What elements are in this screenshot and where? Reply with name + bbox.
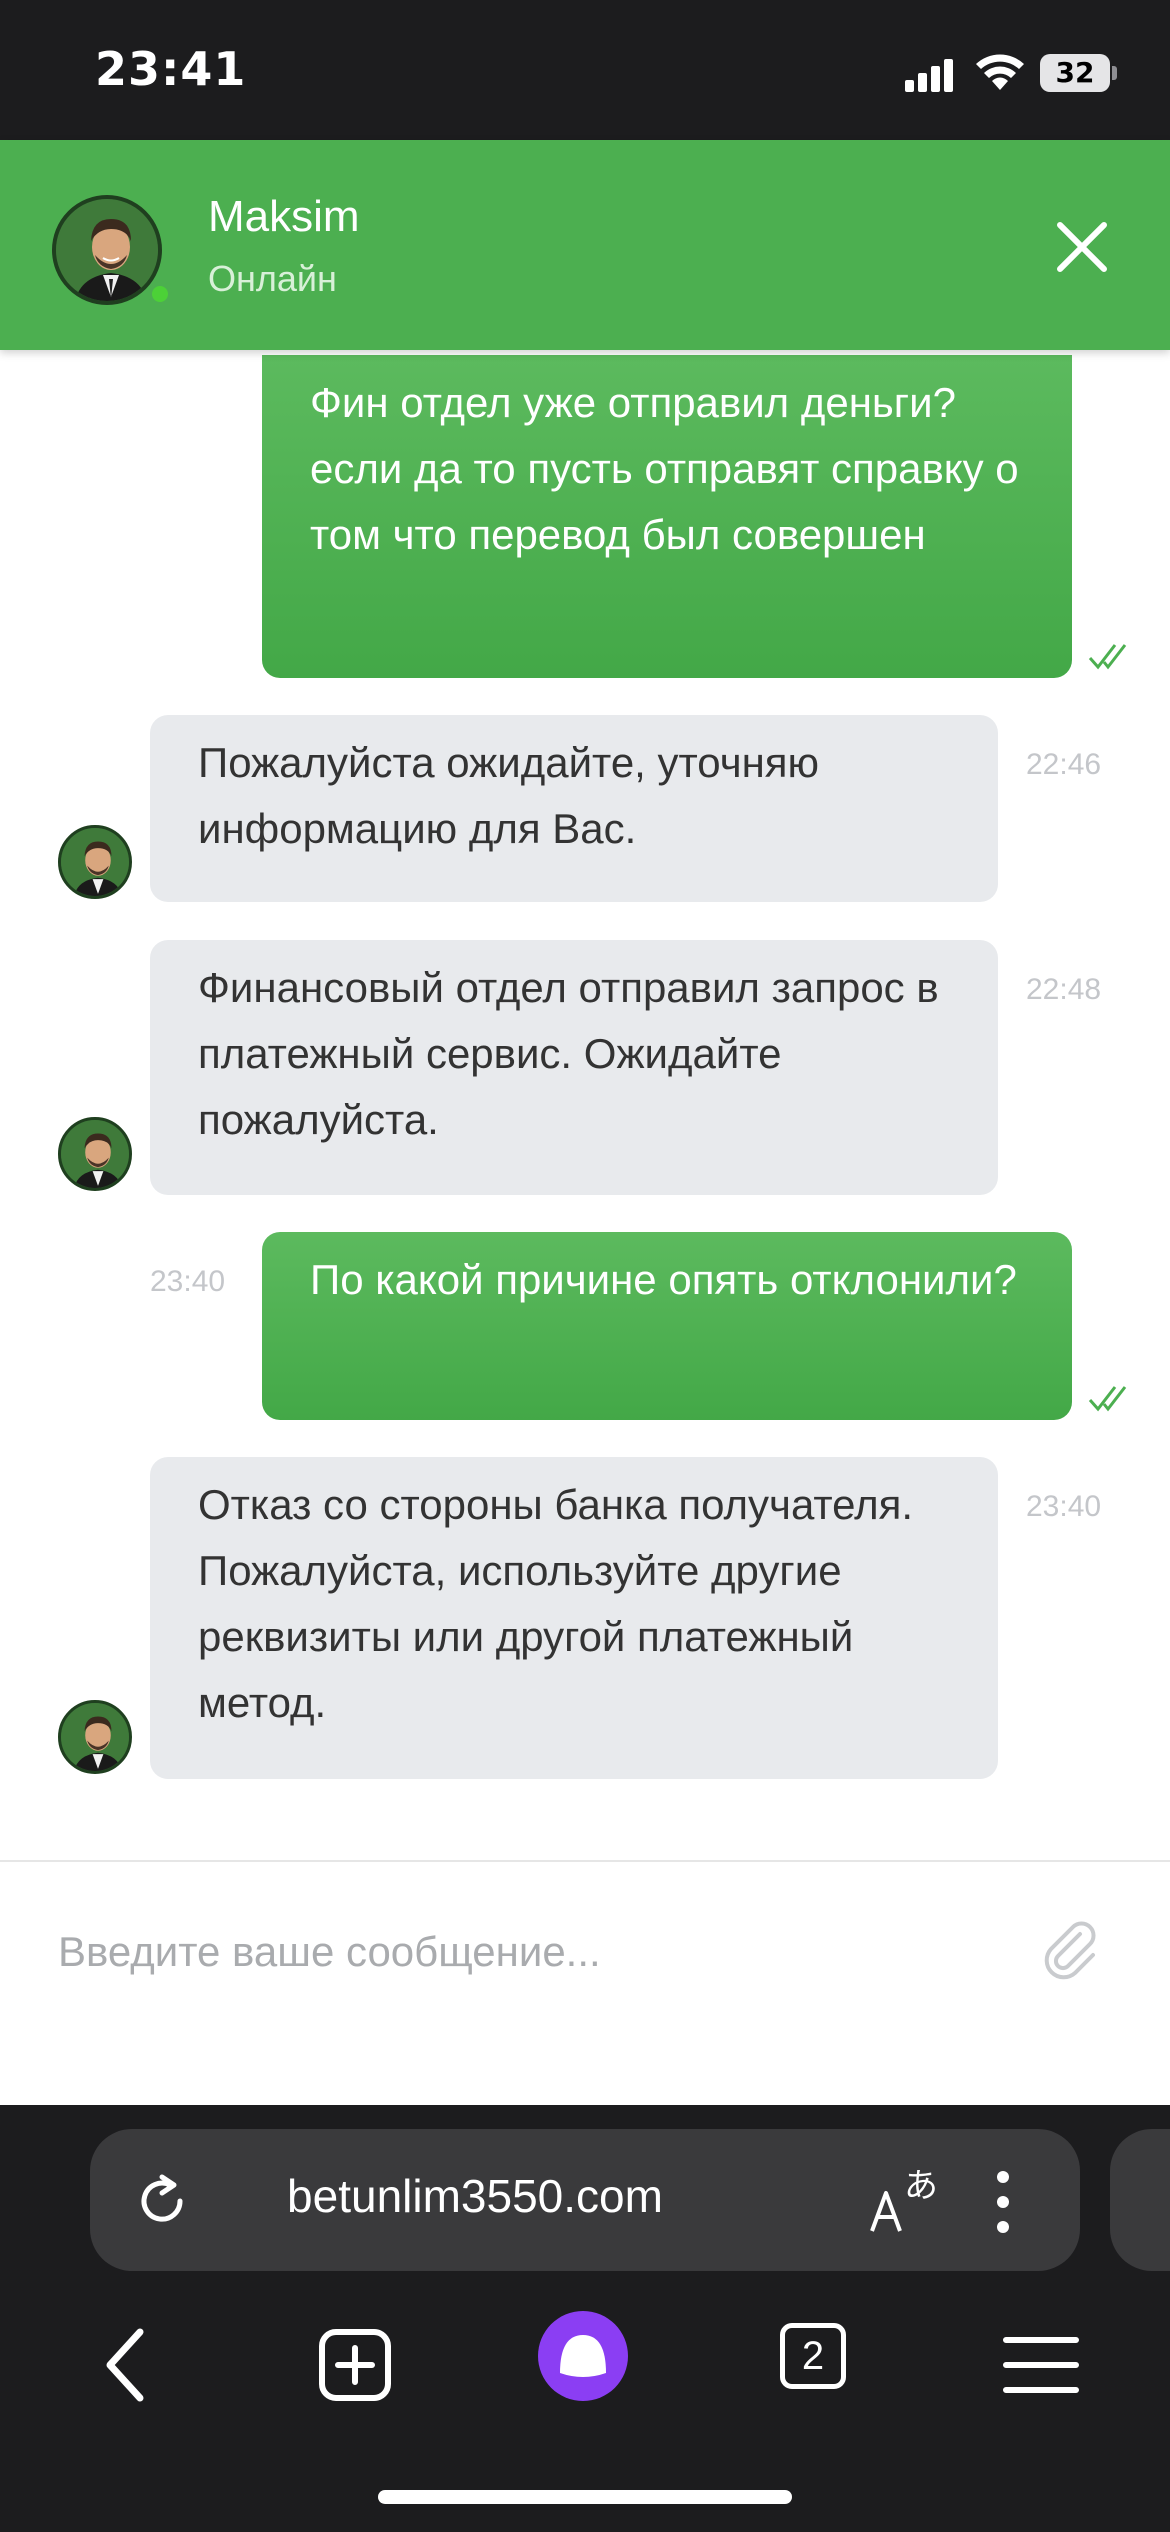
- back-icon[interactable]: [82, 2320, 172, 2410]
- wifi-icon: [976, 54, 1024, 90]
- incoming-message: Пожалуйста ожидайте, уточняю информацию …: [150, 715, 998, 902]
- hamburger-menu-icon[interactable]: [996, 2320, 1086, 2410]
- agent-avatar: [52, 195, 162, 305]
- translate-icon[interactable]: あ: [868, 2165, 944, 2235]
- message-composer: [0, 1860, 1170, 2105]
- url-text[interactable]: betunlim3550.com: [240, 2169, 710, 2223]
- battery-nub: [1112, 66, 1117, 80]
- message-time: 23:40: [1026, 1490, 1102, 1523]
- agent-avatar-small: [58, 1700, 132, 1774]
- attach-icon[interactable]: [1040, 1920, 1102, 1982]
- address-bar[interactable]: betunlim3550.com あ: [90, 2129, 1080, 2271]
- message-text: Финансовый отдел отправил запрос в плате…: [198, 964, 939, 1143]
- status-time: 23:41: [95, 42, 247, 96]
- message-text: Пожалуйста ожидайте, уточняю информацию …: [198, 739, 820, 852]
- incoming-message: Отказ со стороны банка получателя. Пожал…: [150, 1457, 998, 1779]
- new-tab-icon[interactable]: [310, 2320, 400, 2410]
- incoming-message: Финансовый отдел отправил запрос в плате…: [150, 940, 998, 1195]
- outgoing-message: По какой причине опять отклонили?: [262, 1232, 1072, 1420]
- close-icon[interactable]: [1050, 215, 1114, 279]
- agent-avatar-small: [58, 825, 132, 899]
- online-indicator: [148, 282, 172, 306]
- message-text: Фин отдел уже отправил деньги?если да то…: [310, 379, 1019, 558]
- home-indicator[interactable]: [378, 2490, 792, 2504]
- alice-assistant-icon[interactable]: [538, 2311, 628, 2401]
- agent-status: Онлайн: [208, 258, 337, 299]
- message-time: 22:48: [1026, 973, 1102, 1006]
- read-checkmarks-icon: [1088, 1386, 1127, 1412]
- browser-toolbar: betunlim3550.com あ 2: [0, 2105, 1170, 2532]
- agent-avatar-small: [58, 1117, 132, 1191]
- message-time: 23:40: [150, 1265, 226, 1298]
- status-bar: 23:41 32: [0, 0, 1170, 140]
- message-text: По какой причине опять отклонили?: [310, 1256, 1017, 1303]
- svg-text:あ: あ: [904, 2166, 938, 2206]
- battery-icon: 32: [1040, 54, 1110, 92]
- agent-name: Maksim: [208, 192, 360, 241]
- message-text: Отказ со стороны банка получателя. Пожал…: [198, 1481, 914, 1726]
- tabs-count-button[interactable]: 2: [780, 2323, 846, 2389]
- more-menu-icon[interactable]: [990, 2167, 1014, 2237]
- message-time: 22:46: [1026, 748, 1102, 781]
- message-input[interactable]: [58, 1922, 1018, 1982]
- read-checkmarks-icon: [1088, 644, 1127, 670]
- reload-icon[interactable]: [132, 2171, 192, 2231]
- next-tab-pill[interactable]: [1110, 2129, 1170, 2271]
- signal-icon: [905, 58, 953, 92]
- chat-header: Maksim Онлайн: [0, 140, 1170, 350]
- outgoing-message: Фин отдел уже отправил деньги?если да то…: [262, 355, 1072, 678]
